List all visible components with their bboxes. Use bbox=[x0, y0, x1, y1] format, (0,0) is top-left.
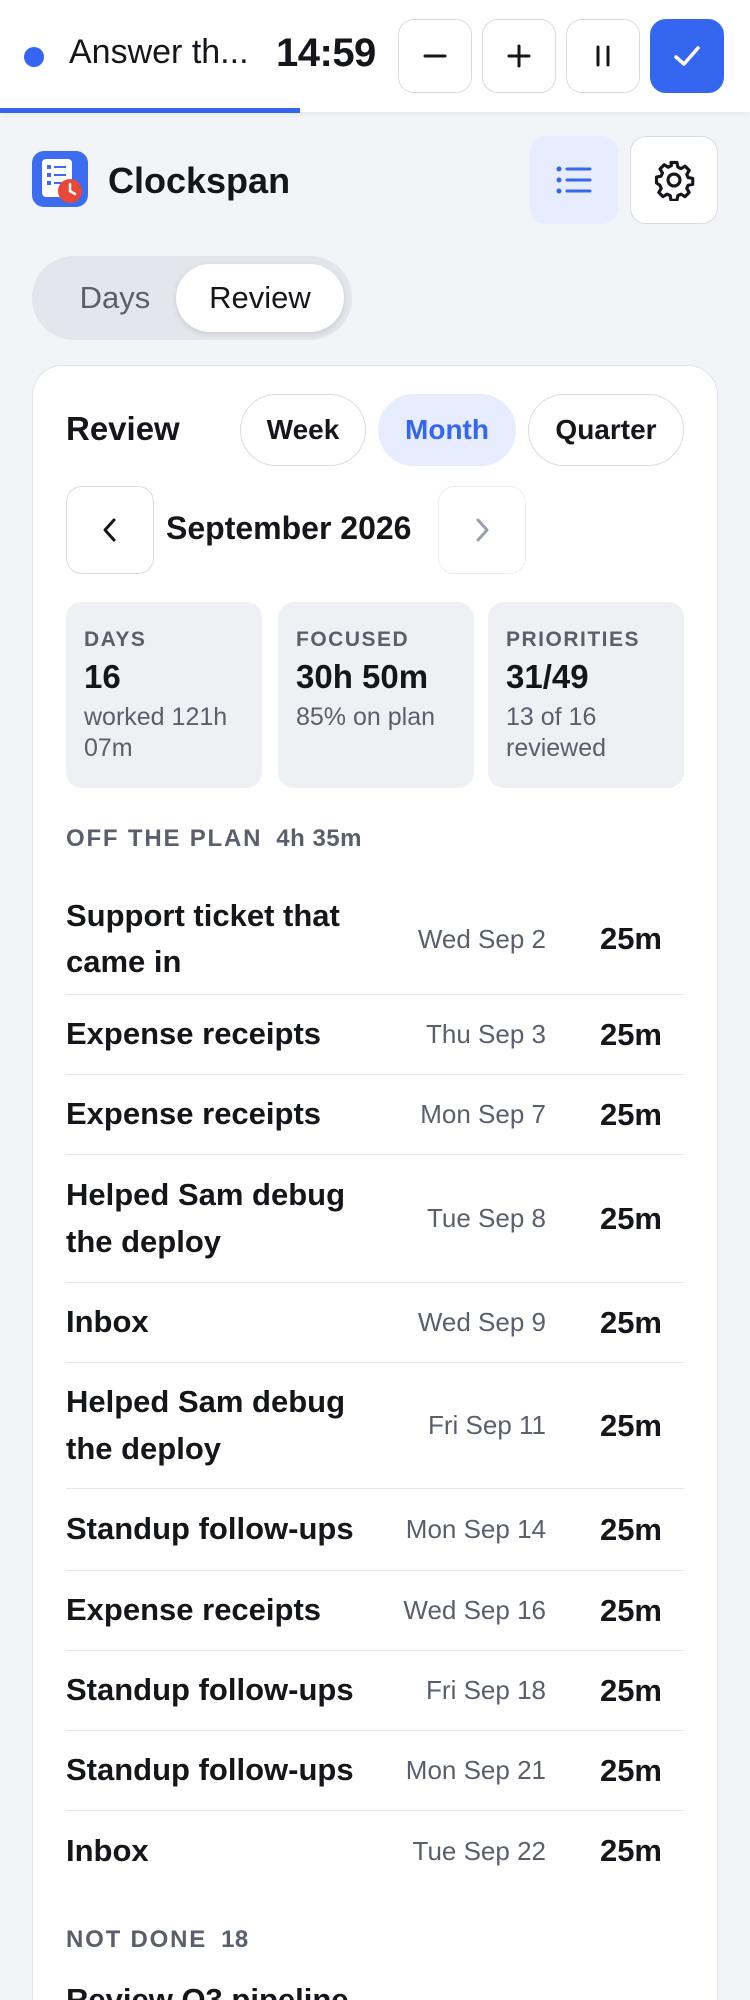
row-title: Standup follow-ups bbox=[66, 1672, 354, 1708]
off-plan-row[interactable]: Standup follow-ups Fri Sep 18 25m bbox=[66, 1651, 684, 1731]
stat-value: 30h 50m bbox=[296, 658, 429, 695]
stat-priorities: PRIORITIES 31/49 13 of 16 reviewed bbox=[488, 602, 684, 788]
running-indicator-icon bbox=[24, 47, 44, 67]
decrease-time-button[interactable] bbox=[398, 19, 472, 93]
row-duration: 25m bbox=[599, 1304, 662, 1340]
pause-button[interactable] bbox=[566, 19, 640, 93]
off-plan-section-header: OFF THE PLAN 4h 35m bbox=[66, 825, 362, 853]
row-title: Helped Sam debug the deploy bbox=[66, 1384, 346, 1466]
off-plan-row[interactable]: Expense receipts Mon Sep 7 25m bbox=[66, 1075, 684, 1155]
previous-period-button[interactable] bbox=[66, 486, 154, 574]
section-count: 18 bbox=[221, 1926, 249, 1953]
list-view-button[interactable] bbox=[530, 136, 618, 224]
tab-days[interactable]: Days bbox=[40, 264, 190, 332]
off-plan-row[interactable]: Expense receipts Wed Sep 16 25m bbox=[66, 1571, 684, 1651]
complete-button[interactable] bbox=[650, 19, 724, 93]
stat-sub: 85% on plan bbox=[296, 703, 436, 731]
row-duration: 25m bbox=[599, 1200, 662, 1236]
view-switcher: Days Review bbox=[32, 256, 352, 340]
row-date: Tue Sep 8 bbox=[426, 1203, 546, 1233]
off-plan-row[interactable]: Standup follow-ups Mon Sep 21 25m bbox=[66, 1731, 684, 1811]
row-duration: 25m bbox=[599, 1016, 662, 1052]
timer-progress-track bbox=[0, 108, 750, 113]
not-done-section-header: NOT DONE 18 bbox=[66, 1926, 249, 1954]
off-plan-row[interactable]: Support ticket that came in Wed Sep 2 25… bbox=[66, 884, 684, 995]
period-quarter-button[interactable]: Quarter bbox=[528, 394, 684, 466]
minus-icon bbox=[423, 54, 447, 58]
row-date: Mon Sep 7 bbox=[420, 1099, 546, 1129]
row-date: Wed Sep 16 bbox=[403, 1595, 546, 1625]
row-title: Standup follow-ups bbox=[66, 1511, 354, 1547]
row-date: Mon Sep 21 bbox=[405, 1755, 546, 1785]
off-plan-row[interactable]: Helped Sam debug the deploy Tue Sep 8 25… bbox=[66, 1155, 684, 1283]
pause-icon bbox=[596, 45, 610, 67]
section-title: NOT DONE bbox=[66, 1926, 208, 1953]
increase-time-button[interactable] bbox=[482, 19, 556, 93]
section-total: 4h 35m bbox=[276, 825, 362, 852]
row-date: Fri Sep 11 bbox=[427, 1410, 546, 1440]
row-date: Tue Sep 22 bbox=[412, 1835, 546, 1866]
stat-label: DAYS bbox=[84, 628, 147, 651]
stat-focused: FOCUSED 30h 50m 85% on plan bbox=[278, 602, 474, 788]
row-duration: 25m bbox=[599, 1592, 662, 1628]
off-plan-row[interactable]: Inbox Wed Sep 9 25m bbox=[66, 1283, 684, 1363]
row-date: Wed Sep 2 bbox=[417, 923, 546, 954]
row-title: Support ticket that came in bbox=[66, 897, 340, 980]
off-plan-row[interactable]: Helped Sam debug the deploy Fri Sep 11 2… bbox=[66, 1363, 684, 1489]
settings-button[interactable] bbox=[630, 136, 718, 224]
review-heading: Review bbox=[66, 410, 180, 447]
stat-value: 31/49 bbox=[506, 658, 589, 695]
plus-icon bbox=[507, 44, 531, 68]
chevron-left-icon bbox=[103, 518, 116, 542]
row-duration: 25m bbox=[599, 921, 662, 956]
period-week-button[interactable]: Week bbox=[240, 394, 366, 466]
row-title: Inbox bbox=[66, 1832, 149, 1868]
row-title: Standup follow-ups bbox=[66, 1752, 354, 1788]
row-duration: 25m bbox=[599, 1672, 662, 1708]
not-done-first-item[interactable]: Review Q3 pipeline bbox=[66, 1982, 349, 2000]
timer-countdown: 14:59 bbox=[276, 31, 376, 75]
tab-review[interactable]: Review bbox=[176, 264, 344, 332]
period-label: September 2026 bbox=[166, 510, 412, 546]
row-date: Fri Sep 18 bbox=[426, 1675, 546, 1705]
active-timer-bar: Answer th... 14:59 bbox=[0, 0, 750, 113]
row-date: Mon Sep 14 bbox=[405, 1514, 546, 1544]
app-logo bbox=[32, 151, 88, 207]
row-title: Inbox bbox=[66, 1304, 149, 1340]
row-duration: 25m bbox=[599, 1752, 662, 1788]
app-title: Clockspan bbox=[108, 160, 291, 201]
next-period-button[interactable] bbox=[438, 486, 526, 574]
row-title: Expense receipts bbox=[66, 1592, 322, 1628]
row-date: Wed Sep 9 bbox=[417, 1307, 546, 1337]
period-month-button[interactable]: Month bbox=[378, 394, 516, 466]
row-date: Thu Sep 3 bbox=[426, 1019, 546, 1049]
timer-task-name[interactable]: Answer th... bbox=[69, 33, 254, 72]
off-plan-row[interactable]: Standup follow-ups Mon Sep 14 25m bbox=[66, 1489, 684, 1571]
stat-sub: worked 121h 07m bbox=[84, 703, 228, 763]
chevron-right-icon bbox=[476, 518, 489, 542]
stat-days: DAYS 16 worked 121h 07m bbox=[66, 602, 262, 788]
row-duration: 25m bbox=[599, 1833, 662, 1868]
off-plan-row[interactable]: Expense receipts Thu Sep 3 25m bbox=[66, 995, 684, 1075]
timer-progress-fill bbox=[0, 108, 300, 113]
row-title: Expense receipts bbox=[66, 1016, 322, 1052]
checkmark-icon bbox=[674, 46, 700, 66]
row-title: Helped Sam debug the deploy bbox=[66, 1177, 346, 1259]
stat-value: 16 bbox=[84, 658, 121, 695]
stat-sub: 13 of 16 reviewed bbox=[506, 703, 607, 763]
stat-label: FOCUSED bbox=[296, 628, 410, 651]
clipboard-clock-icon bbox=[42, 159, 82, 203]
gear-icon bbox=[654, 160, 695, 201]
row-duration: 25m bbox=[599, 1511, 662, 1547]
row-title: Expense receipts bbox=[66, 1096, 322, 1132]
row-duration: 25m bbox=[599, 1096, 662, 1132]
row-duration: 25m bbox=[599, 1407, 662, 1443]
stat-label: PRIORITIES bbox=[506, 628, 641, 651]
list-icon bbox=[556, 166, 592, 194]
section-title: OFF THE PLAN bbox=[66, 825, 263, 852]
off-plan-row[interactable]: Inbox Tue Sep 22 25m bbox=[66, 1811, 684, 1891]
